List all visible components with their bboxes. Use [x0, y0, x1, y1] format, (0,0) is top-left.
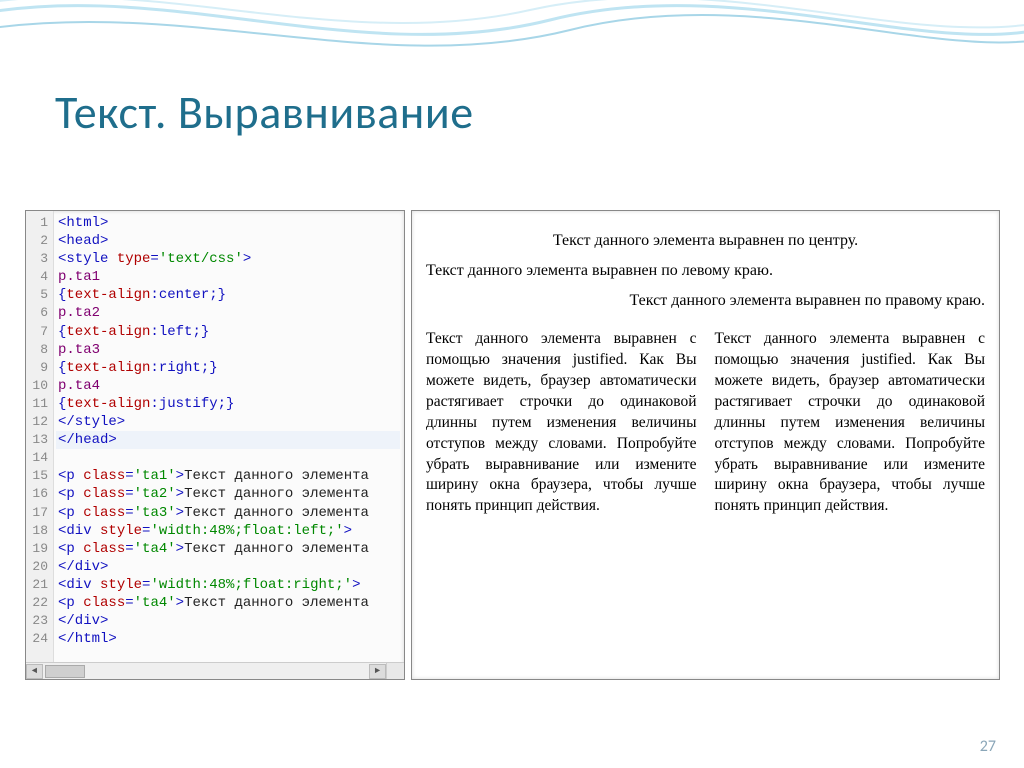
line-gutter: 123456789101112131415161718192021222324 [26, 211, 54, 679]
scroll-corner [386, 662, 404, 679]
preview-left-text: Текст данного элемента выравнен по левом… [426, 261, 985, 281]
scroll-left-button[interactable]: ◄ [26, 664, 43, 679]
slide-title: Текст. Выравнивание [55, 85, 474, 141]
scroll-right-button[interactable]: ► [369, 664, 386, 679]
code-lines: <html> <head> <style type='text/css'> p.… [56, 211, 404, 669]
code-panel: 123456789101112131415161718192021222324 … [25, 210, 405, 680]
preview-center-text: Текст данного элемента выравнен по центр… [426, 231, 985, 251]
content-panels: 123456789101112131415161718192021222324 … [25, 210, 1000, 680]
preview-justify-right: Текст данного элемента выравнен с помощь… [715, 329, 986, 517]
preview-columns: Текст данного элемента выравнен с помощь… [426, 329, 985, 517]
page-number: 27 [980, 737, 996, 756]
preview-panel: Текст данного элемента выравнен по центр… [411, 210, 1000, 680]
scroll-thumb[interactable] [45, 665, 85, 678]
preview-justify-left: Текст данного элемента выравнен с помощь… [426, 329, 697, 517]
code-scrollbar[interactable]: ◄ ► [26, 662, 386, 679]
preview-right-text: Текст данного элемента выравнен по право… [426, 291, 985, 311]
